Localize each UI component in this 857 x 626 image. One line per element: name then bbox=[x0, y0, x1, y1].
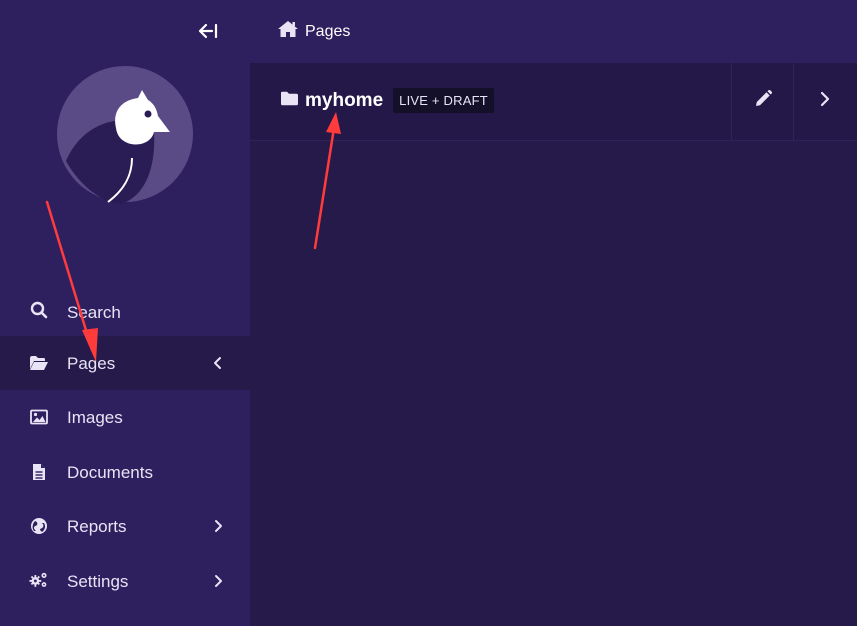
sidebar-item-label: Pages bbox=[67, 354, 116, 373]
breadcrumb[interactable]: Pages bbox=[277, 20, 350, 43]
sidebar-item-label: Images bbox=[67, 408, 123, 427]
globe-icon bbox=[29, 516, 49, 536]
chevron-right-icon bbox=[210, 573, 226, 589]
main-content-area bbox=[250, 141, 857, 626]
sidebar-item-settings[interactable]: Settings bbox=[0, 554, 250, 608]
chevron-right-icon bbox=[210, 518, 226, 534]
document-icon bbox=[29, 462, 49, 482]
page-title-group[interactable]: myhome LIVE + DRAFT bbox=[280, 88, 494, 113]
collapse-sidebar-button[interactable] bbox=[196, 22, 220, 44]
cogs-icon bbox=[29, 570, 49, 590]
bird-logo-icon[interactable] bbox=[56, 66, 194, 206]
status-badge: LIVE + DRAFT bbox=[393, 88, 494, 113]
sidebar-item-label: Reports bbox=[67, 517, 127, 536]
search-icon bbox=[29, 300, 49, 320]
breadcrumb-label[interactable]: Pages bbox=[305, 23, 350, 41]
page-header: Pages bbox=[250, 0, 857, 63]
pencil-icon bbox=[754, 89, 773, 113]
home-icon[interactable] bbox=[277, 20, 299, 43]
sidebar-item-search[interactable]: Search bbox=[0, 285, 250, 339]
sidebar-item-label: Documents bbox=[67, 463, 153, 482]
sidebar-item-documents[interactable]: Documents bbox=[0, 445, 250, 499]
chevron-right-icon bbox=[819, 91, 831, 112]
collapse-left-icon bbox=[197, 23, 219, 44]
page-listing-row[interactable]: myhome LIVE + DRAFT bbox=[250, 63, 857, 141]
image-icon bbox=[29, 407, 49, 427]
chevron-left-icon bbox=[210, 355, 226, 371]
edit-page-button[interactable] bbox=[731, 63, 794, 140]
sidebar-item-images[interactable]: Images bbox=[0, 390, 250, 444]
explore-child-pages-button[interactable] bbox=[793, 63, 856, 140]
sidebar-item-label: Search bbox=[67, 303, 121, 322]
sidebar: Search Pages Images Documents Reports Se… bbox=[0, 0, 250, 626]
sidebar-item-pages[interactable]: Pages bbox=[0, 336, 250, 390]
sidebar-item-label: Settings bbox=[67, 572, 129, 591]
folder-icon bbox=[280, 91, 299, 111]
page-title[interactable]: myhome bbox=[305, 90, 383, 112]
folder-open-icon bbox=[29, 353, 49, 373]
sidebar-item-reports[interactable]: Reports bbox=[0, 499, 250, 553]
